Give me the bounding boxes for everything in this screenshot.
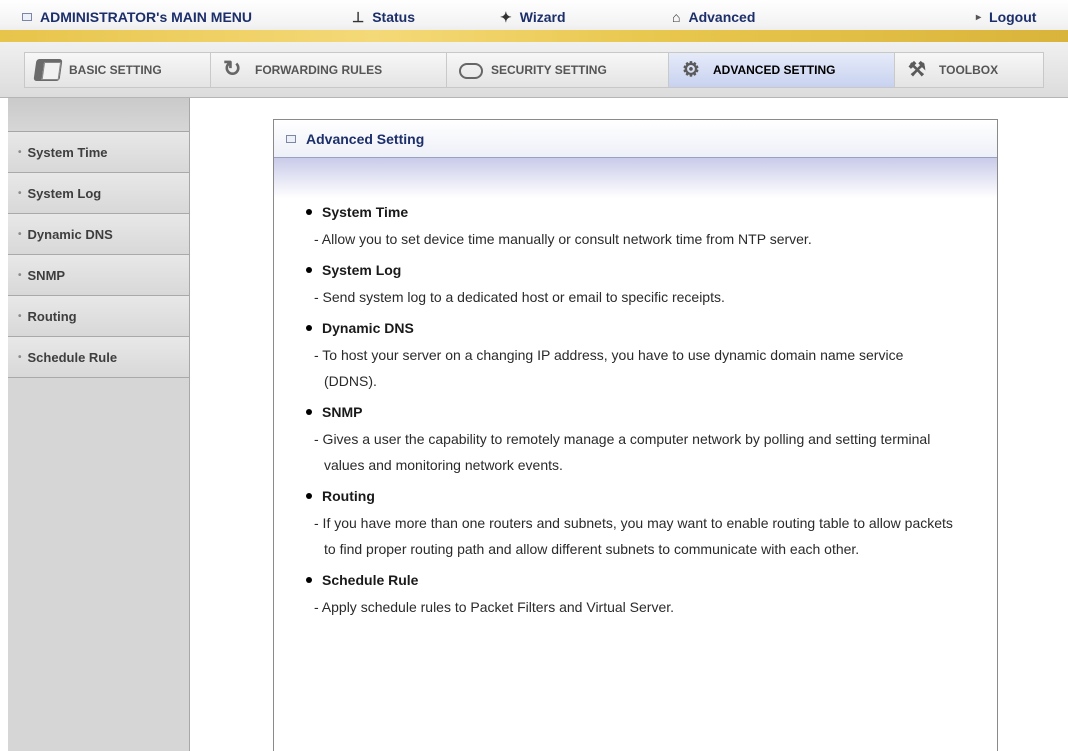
entry-description: - Allow you to set device time manually … <box>314 231 812 247</box>
sidebar-item-schedule-rule[interactable]: • Schedule Rule <box>8 337 189 378</box>
book-icon <box>33 59 63 81</box>
tab-strip: BASIC SETTING FORWARDING RULES SECURITY … <box>24 52 1044 88</box>
tab-label: TOOLBOX <box>939 63 999 77</box>
entry-title-text: System Log <box>322 262 402 278</box>
advanced-icon <box>679 57 705 82</box>
entry-description: - Gives a user the capability to remotel… <box>314 431 931 473</box>
bullet-dot-icon <box>306 325 312 331</box>
entry-title: Dynamic DNS <box>304 314 997 342</box>
sidebar-item-label: Routing <box>27 308 77 324</box>
top-menu-bar: ADMINISTRATOR's MAIN MENU ⊥ Status ✦ Wiz… <box>0 0 1068 42</box>
entry-title: SNMP <box>304 398 997 426</box>
entry-description: - Send system log to a dedicated host or… <box>314 289 725 305</box>
tab-basic-setting[interactable]: BASIC SETTING <box>25 53 211 87</box>
tab-advanced-setting[interactable]: ADVANCED SETTING <box>669 53 895 87</box>
tab-label: BASIC SETTING <box>69 63 162 77</box>
logout-arrow-icon: ▸ <box>976 11 982 23</box>
lock-icon <box>457 59 483 81</box>
sidebar-item-system-time[interactable]: • System Time <box>8 132 189 173</box>
advanced-setting-panel: Advanced Setting System Time - Allow you… <box>273 119 998 751</box>
arrow-icon <box>221 56 247 82</box>
entry-title: Routing <box>304 482 997 510</box>
panel-header: Advanced Setting <box>274 120 997 158</box>
sidebar-item-label: System Log <box>27 185 102 201</box>
advanced-link[interactable]: ⌂ Advanced <box>672 8 755 26</box>
tab-security-setting[interactable]: SECURITY SETTING <box>447 53 669 87</box>
left-sidebar: • System Time • System Log • Dynamic DNS… <box>8 98 190 751</box>
bullet-icon: • <box>18 310 22 322</box>
entry-description: - Apply schedule rules to Packet Filters… <box>314 599 675 615</box>
status-label: Status <box>372 9 415 25</box>
entry-description: - If you have more than one routers and … <box>314 515 953 557</box>
status-icon: ⊥ <box>352 8 365 25</box>
sidebar-item-label: Schedule Rule <box>27 349 118 365</box>
sidebar-header <box>8 98 189 132</box>
advanced-top-icon: ⌂ <box>672 9 681 25</box>
entry-title-text: Routing <box>322 488 375 504</box>
entry-title: System Log <box>304 256 997 284</box>
entry-dynamic-dns: Dynamic DNS - To host your server on a c… <box>304 314 997 394</box>
sidebar-item-dynamic-dns[interactable]: • Dynamic DNS <box>8 214 189 255</box>
entry-title: Schedule Rule <box>304 566 997 594</box>
bullet-dot-icon <box>306 267 312 273</box>
bullet-dot-icon <box>306 577 312 583</box>
entry-title: System Time <box>304 198 997 226</box>
bullet-icon: • <box>18 228 22 240</box>
wizard-icon: ✦ <box>500 8 512 25</box>
gold-divider <box>0 30 1068 42</box>
tab-label: SECURITY SETTING <box>491 63 607 77</box>
entry-title-text: Schedule Rule <box>322 572 419 588</box>
menu-square-icon <box>22 13 32 21</box>
toolbox-icon <box>905 57 931 82</box>
bullet-dot-icon <box>306 493 312 499</box>
tab-bar: BASIC SETTING FORWARDING RULES SECURITY … <box>0 42 1068 98</box>
wizard-link[interactable]: ✦ Wizard <box>500 8 566 26</box>
entry-system-log: System Log - Send system log to a dedica… <box>304 256 997 310</box>
entry-system-time: System Time - Allow you to set device ti… <box>304 198 997 252</box>
bullet-dot-icon <box>306 209 312 215</box>
panel-header-gradient <box>274 158 997 198</box>
sidebar-item-label: SNMP <box>27 267 66 283</box>
status-link[interactable]: ⊥ Status <box>352 8 415 26</box>
bullet-dot-icon <box>306 409 312 415</box>
tab-label: ADVANCED SETTING <box>713 63 836 77</box>
sidebar-item-snmp[interactable]: • SNMP <box>8 255 189 296</box>
panel-title: Advanced Setting <box>306 130 425 147</box>
bullet-icon: • <box>18 269 22 281</box>
sidebar-item-system-log[interactable]: • System Log <box>8 173 189 214</box>
logout-label: Logout <box>989 9 1037 25</box>
sidebar-item-label: Dynamic DNS <box>27 226 113 242</box>
entry-schedule-rule: Schedule Rule - Apply schedule rules to … <box>304 566 997 620</box>
bullet-icon: • <box>18 146 22 158</box>
tab-toolbox[interactable]: TOOLBOX <box>895 53 1043 87</box>
entry-routing: Routing - If you have more than one rout… <box>304 482 997 562</box>
entry-title-text: SNMP <box>322 404 363 420</box>
advanced-label: Advanced <box>688 9 756 25</box>
main-menu-label: ADMINISTRATOR's MAIN MENU <box>40 9 253 25</box>
sidebar-item-label: System Time <box>27 144 108 160</box>
panel-content: System Time - Allow you to set device ti… <box>274 198 997 620</box>
main-menu-link[interactable]: ADMINISTRATOR's MAIN MENU <box>22 8 252 26</box>
entry-description: - To host your server on a changing IP a… <box>314 347 904 389</box>
panel-square-icon <box>286 134 296 143</box>
entry-title-text: System Time <box>322 204 409 220</box>
entry-snmp: SNMP - Gives a user the capability to re… <box>304 398 997 478</box>
wizard-label: Wizard <box>519 9 566 25</box>
logout-link[interactable]: ▸ Logout <box>976 8 1036 26</box>
sidebar-item-routing[interactable]: • Routing <box>8 296 189 337</box>
bullet-icon: • <box>18 187 22 199</box>
tab-forwarding-rules[interactable]: FORWARDING RULES <box>211 53 447 87</box>
bullet-icon: • <box>18 351 22 363</box>
entry-title-text: Dynamic DNS <box>322 320 414 336</box>
tab-label: FORWARDING RULES <box>255 63 383 77</box>
